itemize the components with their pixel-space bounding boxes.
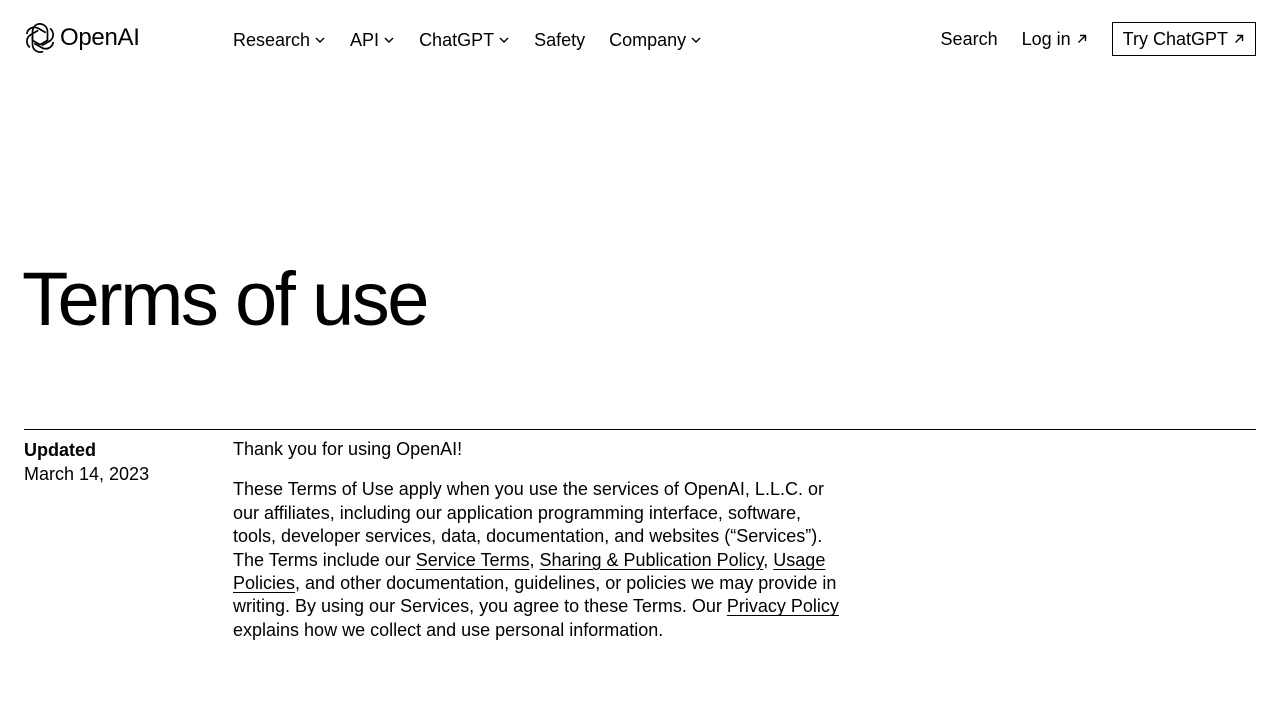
try-chatgpt-label: Try ChatGPT bbox=[1122, 29, 1228, 49]
nav-item-label: API bbox=[350, 30, 380, 50]
nav-item-research[interactable]: Research bbox=[233, 28, 326, 52]
brand-name: OpenAI bbox=[60, 24, 140, 51]
greeting-paragraph: Thank you for using OpenAI! bbox=[233, 439, 463, 459]
nav-item-label: ChatGPT bbox=[419, 30, 495, 50]
search-link[interactable]: Search bbox=[941, 27, 998, 51]
main-nav: Research API ChatGPT Safety Company bbox=[233, 28, 702, 52]
login-link[interactable]: Log in bbox=[1022, 27, 1088, 51]
intro-paragraph: These Terms of Use apply when you use th… bbox=[233, 478, 843, 642]
login-label: Log in bbox=[1021, 29, 1071, 49]
sharing-policy-link[interactable]: Sharing & Publication Policy bbox=[539, 550, 763, 570]
nav-item-label: Research bbox=[233, 30, 311, 50]
separator: , bbox=[529, 549, 540, 570]
openai-logo-link[interactable]: OpenAI bbox=[24, 22, 140, 54]
arrow-up-right-icon bbox=[1235, 34, 1244, 43]
chevron-down-icon bbox=[499, 37, 509, 43]
section-divider bbox=[24, 429, 1256, 430]
site-header: OpenAI Research API ChatGPT Safety Compa… bbox=[0, 0, 1280, 80]
updated-meta: Updated March 14, 2023 bbox=[24, 438, 149, 486]
service-terms-link[interactable]: Service Terms bbox=[416, 550, 530, 570]
intro-text: explains how we collect and use personal… bbox=[233, 619, 664, 640]
header-actions: Search Log in Try ChatGPT bbox=[941, 22, 1256, 56]
chevron-down-icon bbox=[691, 37, 701, 43]
page-title: Terms of use bbox=[22, 257, 430, 342]
nav-item-company[interactable]: Company bbox=[609, 28, 702, 52]
try-chatgpt-button[interactable]: Try ChatGPT bbox=[1111, 22, 1256, 56]
updated-date: March 14, 2023 bbox=[24, 464, 150, 484]
updated-label: Updated bbox=[24, 440, 96, 460]
nav-item-safety[interactable]: Safety bbox=[534, 28, 585, 52]
nav-item-api[interactable]: API bbox=[350, 28, 395, 52]
nav-item-label: Safety bbox=[534, 30, 586, 50]
openai-flower-icon bbox=[24, 22, 56, 54]
arrow-up-right-icon bbox=[1077, 34, 1086, 43]
chevron-down-icon bbox=[315, 37, 325, 43]
nav-item-label: Company bbox=[609, 30, 687, 50]
page: OpenAI Research API ChatGPT Safety Compa… bbox=[0, 0, 1280, 720]
privacy-policy-link[interactable]: Privacy Policy bbox=[727, 596, 839, 616]
chevron-down-icon bbox=[384, 37, 394, 43]
nav-item-chatgpt[interactable]: ChatGPT bbox=[419, 28, 510, 52]
separator: , bbox=[763, 549, 774, 570]
terms-body: Thank you for using OpenAI! These Terms … bbox=[233, 438, 843, 642]
